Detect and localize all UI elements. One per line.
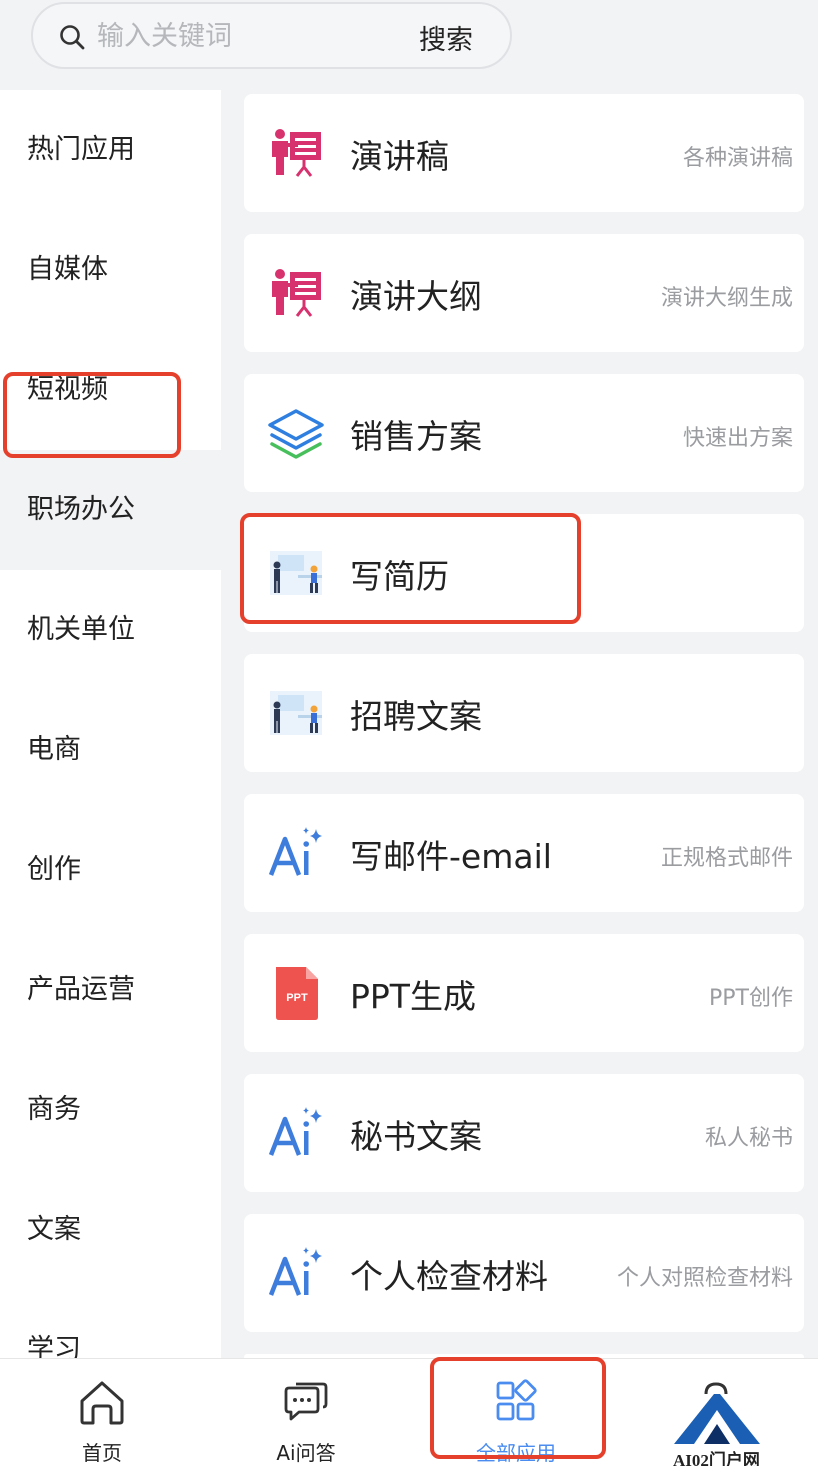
- sidebar-item-workplace-office[interactable]: 职场办公: [0, 450, 221, 570]
- app-card-speech[interactable]: 演讲稿 各种演讲稿: [244, 94, 804, 212]
- sidebar-item-business[interactable]: 商务: [0, 1050, 221, 1170]
- search-input[interactable]: [97, 14, 397, 58]
- category-sidebar: 热门应用 自媒体 短视频 职场办公 机关单位 电商 创作 产品运营 商务 文案 …: [0, 90, 221, 1358]
- app-card-speech-outline[interactable]: 演讲大纲 演讲大纲生成: [244, 234, 804, 352]
- office-scene-icon: [270, 551, 322, 595]
- watermark-text: AI02门户网: [673, 1451, 760, 1466]
- nav-label: 全部应用: [476, 1441, 556, 1465]
- office-scene-icon: [270, 691, 322, 735]
- sidebar-item-self-media[interactable]: 自媒体: [0, 210, 221, 330]
- sidebar-item-product-ops[interactable]: 产品运营: [0, 930, 221, 1050]
- app-title: 个人检查材料: [350, 1257, 548, 1296]
- app-title: PPT生成: [350, 977, 476, 1016]
- app-title: 销售方案: [350, 417, 482, 456]
- app-description: 私人秘书: [704, 1126, 793, 1151]
- app-title: 演讲稿: [350, 137, 449, 176]
- sidebar-item-ecommerce[interactable]: 电商: [0, 690, 221, 810]
- ai-sparkle-icon: [268, 1247, 322, 1296]
- sidebar-item-short-video[interactable]: 短视频: [0, 330, 221, 450]
- chat-icon: [284, 1382, 328, 1421]
- apps-grid-icon: [496, 1379, 537, 1421]
- app-card-resume[interactable]: 写简历: [244, 514, 804, 632]
- nav-ai-qa[interactable]: Ai问答: [204, 1359, 408, 1466]
- presentation-icon: [272, 129, 321, 177]
- app-title: 写邮件-email: [350, 837, 552, 876]
- layers-icon: [268, 409, 324, 459]
- sidebar-item-government[interactable]: 机关单位: [0, 570, 221, 690]
- app-card-email[interactable]: 写邮件-email 正规格式邮件: [244, 794, 804, 912]
- ppt-icon-label: PPT: [286, 992, 308, 1004]
- app-description: 正规格式邮件: [660, 846, 793, 871]
- search-box: 搜索: [31, 2, 512, 69]
- presentation-icon: [272, 269, 321, 317]
- ai-sparkle-icon: [268, 827, 322, 876]
- sidebar-item-study[interactable]: 学习: [0, 1290, 221, 1358]
- app-title: 秘书文案: [350, 1117, 482, 1156]
- app-card-recruitment[interactable]: 招聘文案: [244, 654, 804, 772]
- app-title: 演讲大纲: [350, 277, 482, 316]
- top-bar: 搜索: [0, 0, 818, 90]
- sidebar-item-hot-apps[interactable]: 热门应用: [0, 90, 221, 210]
- sidebar-item-creation[interactable]: 创作: [0, 810, 221, 930]
- app-title: 写简历: [350, 557, 449, 596]
- app-description: 各种演讲稿: [682, 146, 793, 171]
- search-button[interactable]: 搜索: [419, 18, 473, 57]
- ppt-file-icon: PPT: [276, 967, 318, 1020]
- app-card-secretary[interactable]: 秘书文案 私人秘书: [244, 1074, 804, 1192]
- search-icon: [60, 25, 85, 50]
- app-card-sales-plan[interactable]: 销售方案 快速出方案: [244, 374, 804, 492]
- home-icon: [80, 1381, 124, 1425]
- app-title: 招聘文案: [350, 697, 482, 736]
- app-description: 演讲大纲生成: [660, 286, 793, 311]
- nav-label: 首页: [82, 1441, 122, 1465]
- app-card-ppt[interactable]: PPT PPT生成 PPT创作: [244, 934, 804, 1052]
- app-description: 快速出方案: [682, 426, 793, 451]
- nav-home[interactable]: 首页: [0, 1359, 204, 1466]
- sidebar-item-copywriting[interactable]: 文案: [0, 1170, 221, 1290]
- ai-sparkle-icon: [268, 1107, 322, 1156]
- app-description: 个人对照检查材料: [616, 1266, 793, 1291]
- nav-all-apps[interactable]: 全部应用: [414, 1359, 618, 1466]
- nav-label: Ai问答: [276, 1441, 336, 1465]
- app-description: PPT创作: [709, 986, 793, 1011]
- app-card-self-check[interactable]: 个人检查材料 个人对照检查材料: [244, 1214, 804, 1332]
